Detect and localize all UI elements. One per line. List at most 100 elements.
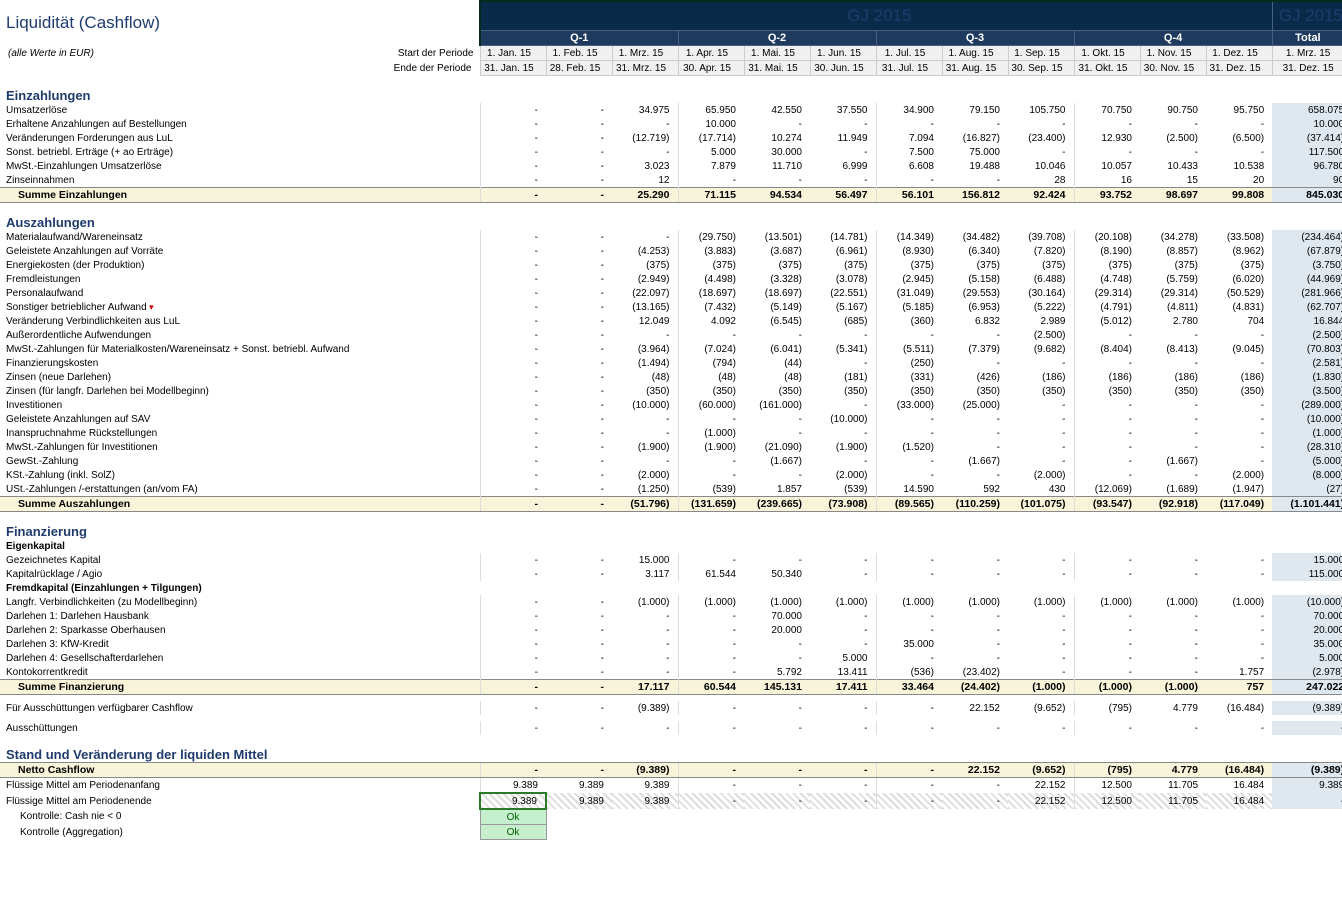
cell[interactable]: (2.000) — [612, 468, 678, 482]
cell[interactable]: 10.000 — [678, 117, 744, 131]
cell[interactable]: 30.000 — [744, 145, 810, 159]
cell[interactable]: (5.511) — [876, 342, 942, 356]
cell[interactable]: - — [1206, 145, 1272, 159]
row-total[interactable]: 70.000 — [1272, 609, 1342, 623]
cell[interactable]: (13.165) — [612, 300, 678, 314]
cell[interactable]: - — [1206, 328, 1272, 342]
cell[interactable]: - — [480, 272, 546, 286]
cell[interactable]: - — [1008, 454, 1074, 468]
cell[interactable]: - — [942, 721, 1008, 735]
cell[interactable]: 17.411 — [810, 680, 876, 695]
cell[interactable]: 33.464 — [876, 680, 942, 695]
cashflow-sheet[interactable]: Liquidität (Cashflow)GJ 2015GJ 2015Q-1Q-… — [0, 0, 1342, 840]
cell[interactable]: (239.665) — [744, 497, 810, 512]
row-total[interactable]: (1.830) — [1272, 370, 1342, 384]
cell[interactable]: - — [1206, 454, 1272, 468]
cell[interactable]: (8.404) — [1074, 342, 1140, 356]
cell[interactable]: - — [612, 328, 678, 342]
cell[interactable]: 50.340 — [744, 567, 810, 581]
cell[interactable]: - — [744, 793, 810, 809]
cell[interactable]: - — [546, 426, 612, 440]
cell[interactable]: 11.705 — [1140, 793, 1206, 809]
cell[interactable]: - — [546, 609, 612, 623]
row-total[interactable]: (67.879) — [1272, 244, 1342, 258]
cell[interactable]: - — [1140, 412, 1206, 426]
cell[interactable]: - — [744, 701, 810, 715]
row-total[interactable]: (3.750) — [1272, 258, 1342, 272]
cell[interactable]: - — [744, 778, 810, 794]
row-total[interactable]: (70.803) — [1272, 342, 1342, 356]
cell[interactable]: - — [480, 637, 546, 651]
cell[interactable]: (2.500) — [1008, 328, 1074, 342]
cell[interactable]: - — [1074, 454, 1140, 468]
cell[interactable]: (13.501) — [744, 230, 810, 244]
cell[interactable]: - — [480, 595, 546, 609]
cell[interactable]: 11.949 — [810, 131, 876, 145]
cell[interactable]: - — [1206, 356, 1272, 370]
cell[interactable]: (426) — [942, 370, 1008, 384]
cell[interactable]: - — [942, 778, 1008, 794]
cell[interactable]: - — [876, 412, 942, 426]
cell[interactable]: (350) — [1008, 384, 1074, 398]
cell[interactable]: - — [942, 553, 1008, 567]
cell[interactable]: - — [1074, 609, 1140, 623]
cell[interactable]: - — [1074, 145, 1140, 159]
cell[interactable]: - — [546, 286, 612, 300]
cell[interactable]: 22.152 — [942, 701, 1008, 715]
cell[interactable]: 156.812 — [942, 188, 1008, 203]
cell[interactable]: (2.000) — [810, 468, 876, 482]
cell[interactable]: 16 — [1074, 173, 1140, 188]
cell[interactable]: (1.667) — [942, 454, 1008, 468]
cell[interactable]: - — [1008, 440, 1074, 454]
cell[interactable]: - — [1008, 117, 1074, 131]
cell[interactable]: - — [546, 300, 612, 314]
cell[interactable]: (73.908) — [810, 497, 876, 512]
cell[interactable]: (1.000) — [744, 595, 810, 609]
cell[interactable]: (6.961) — [810, 244, 876, 258]
cell[interactable]: (5.167) — [810, 300, 876, 314]
cell[interactable]: (1.000) — [678, 595, 744, 609]
cell[interactable]: - — [1074, 328, 1140, 342]
cell[interactable]: 9.389 — [612, 793, 678, 809]
cell[interactable]: - — [810, 721, 876, 735]
cell[interactable]: 2.780 — [1140, 314, 1206, 328]
cell[interactable]: (186) — [1140, 370, 1206, 384]
cell[interactable]: (1.689) — [1140, 482, 1206, 497]
cell[interactable]: - — [546, 117, 612, 131]
cell[interactable]: (1.000) — [678, 426, 744, 440]
row-total[interactable]: (28.310) — [1272, 440, 1342, 454]
cell[interactable]: 10.538 — [1206, 159, 1272, 173]
row-total[interactable]: 117.500 — [1272, 145, 1342, 159]
cell[interactable]: 14.590 — [876, 482, 942, 497]
cell[interactable]: (20.108) — [1074, 230, 1140, 244]
cell[interactable]: 11.710 — [744, 159, 810, 173]
cell[interactable]: (48) — [678, 370, 744, 384]
cell[interactable]: - — [480, 131, 546, 145]
row-total[interactable]: - — [1272, 793, 1342, 809]
cell[interactable]: 56.101 — [876, 188, 942, 203]
cell[interactable]: - — [546, 159, 612, 173]
cell[interactable]: (350) — [744, 384, 810, 398]
cell[interactable]: 22.152 — [1008, 778, 1074, 794]
cell[interactable]: 60.544 — [678, 680, 744, 695]
cell[interactable]: (350) — [1206, 384, 1272, 398]
cell[interactable]: - — [678, 553, 744, 567]
cell[interactable]: 12.930 — [1074, 131, 1140, 145]
cell[interactable]: (110.259) — [942, 497, 1008, 512]
cell[interactable]: (16.484) — [1206, 701, 1272, 715]
cell[interactable]: 13.411 — [810, 665, 876, 680]
cell[interactable]: - — [546, 637, 612, 651]
cell[interactable]: - — [480, 651, 546, 665]
row-total[interactable]: - — [1272, 721, 1342, 735]
cell[interactable]: (16.827) — [942, 131, 1008, 145]
cell[interactable]: - — [1074, 637, 1140, 651]
cell[interactable]: (10.000) — [612, 398, 678, 412]
cell[interactable]: - — [744, 426, 810, 440]
cell[interactable]: (9.389) — [612, 701, 678, 715]
cell[interactable]: - — [1140, 328, 1206, 342]
cell[interactable]: - — [744, 553, 810, 567]
cell[interactable]: - — [480, 482, 546, 497]
cell[interactable]: (7.024) — [678, 342, 744, 356]
cell[interactable]: - — [810, 609, 876, 623]
row-total[interactable]: 90 — [1272, 173, 1342, 188]
